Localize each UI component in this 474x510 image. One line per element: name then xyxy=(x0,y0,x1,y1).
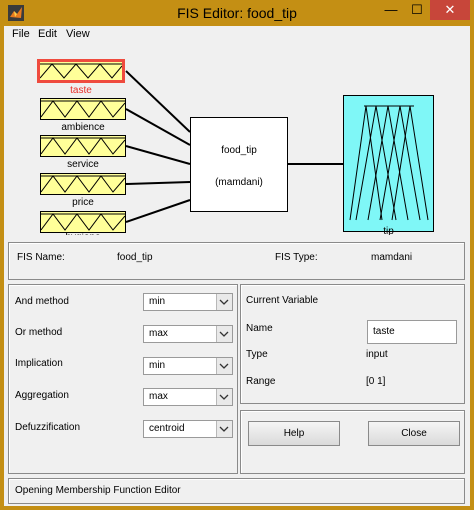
variable-name-label: Name xyxy=(246,323,273,334)
variable-range-label: Range xyxy=(246,376,276,387)
implication-select[interactable]: min xyxy=(143,357,233,375)
current-variable-panel: Current Variable Name taste Type input R… xyxy=(240,284,465,404)
close-icon: ✕ xyxy=(444,2,456,17)
defuzzification-label: Defuzzification xyxy=(15,422,81,433)
input-mf-price[interactable] xyxy=(40,173,126,195)
mf-curve-icon xyxy=(41,175,125,193)
minimize-button[interactable]: — xyxy=(378,0,404,20)
buttons-panel: Help Close xyxy=(240,410,465,474)
variable-type-value: input xyxy=(366,349,388,360)
or-method-value: max xyxy=(149,328,168,339)
editor-client-area: File Edit View taste ambience service pr… xyxy=(4,26,470,506)
mf-curve-icon xyxy=(41,100,125,118)
title-bar: FIS Editor: food_tip — ☐ ✕ xyxy=(0,0,474,26)
fis-info-panel: FIS Name: food_tip FIS Type: mamdani xyxy=(8,242,465,280)
chevron-down-icon xyxy=(216,326,232,342)
aggregation-select[interactable]: max xyxy=(143,388,233,406)
defuzzification-select[interactable]: centroid xyxy=(143,420,233,438)
input-mf-hygiene[interactable] xyxy=(40,211,126,233)
and-method-value: min xyxy=(149,296,166,307)
minimize-icon: — xyxy=(384,2,398,17)
current-variable-heading: Current Variable xyxy=(246,295,319,306)
chevron-down-icon xyxy=(216,358,232,374)
status-panel: Opening Membership Function Editor xyxy=(8,478,465,504)
input-label-service: service xyxy=(67,159,99,170)
aggregation-value: max xyxy=(149,391,168,402)
fis-system-block[interactable]: food_tip (mamdani) xyxy=(190,117,288,212)
maximize-button[interactable]: ☐ xyxy=(404,0,430,20)
menu-file[interactable]: File xyxy=(12,28,30,40)
or-method-select[interactable]: max xyxy=(143,325,233,343)
chevron-down-icon xyxy=(216,421,232,437)
variable-name-field[interactable]: taste xyxy=(367,320,457,344)
or-method-label: Or method xyxy=(15,327,63,338)
menu-view[interactable]: View xyxy=(66,28,90,40)
system-name-text: food_tip xyxy=(221,145,257,156)
fis-diagram: taste ambience service price hygiene xyxy=(4,42,470,235)
mf-curve-icon xyxy=(41,137,125,155)
maximize-icon: ☐ xyxy=(411,2,423,17)
implication-label: Implication xyxy=(15,358,63,369)
close-button[interactable]: Close xyxy=(368,421,460,446)
input-mf-service[interactable] xyxy=(40,135,126,157)
menu-bar: File Edit View xyxy=(4,26,470,42)
output-mf-tip[interactable] xyxy=(343,95,434,232)
fis-type-label: FIS Type: xyxy=(275,252,318,263)
variable-name-value: taste xyxy=(373,326,395,337)
output-label-tip: tip xyxy=(383,226,394,235)
fis-name-value: food_tip xyxy=(117,252,153,263)
chevron-down-icon xyxy=(216,389,232,405)
system-type-text: (mamdani) xyxy=(215,177,263,188)
output-mf-curves-icon xyxy=(349,105,429,221)
input-mf-ambience[interactable] xyxy=(40,98,126,120)
defuzzification-value: centroid xyxy=(149,423,185,434)
fis-name-label: FIS Name: xyxy=(17,252,65,263)
variable-type-label: Type xyxy=(246,349,268,360)
input-mf-taste[interactable] xyxy=(38,60,124,82)
mf-curve-icon xyxy=(41,213,125,231)
and-method-label: And method xyxy=(15,296,69,307)
input-label-taste: taste xyxy=(70,85,92,96)
help-button[interactable]: Help xyxy=(248,421,340,446)
mf-curve-icon xyxy=(40,63,122,79)
and-method-select[interactable]: min xyxy=(143,293,233,311)
fis-type-value: mamdani xyxy=(371,252,413,263)
input-label-hygiene: hygiene xyxy=(40,232,126,235)
status-text: Opening Membership Function Editor xyxy=(15,485,181,496)
input-label-ambience: ambience xyxy=(61,122,105,133)
methods-panel: And method min Or method max Implication… xyxy=(8,284,238,474)
variable-range-value: [0 1] xyxy=(366,376,386,387)
aggregation-label: Aggregation xyxy=(15,390,69,401)
menu-edit[interactable]: Edit xyxy=(38,28,57,40)
input-label-price: price xyxy=(72,197,94,208)
implication-value: min xyxy=(149,360,166,371)
chevron-down-icon xyxy=(216,294,232,310)
close-window-button[interactable]: ✕ xyxy=(430,0,470,20)
